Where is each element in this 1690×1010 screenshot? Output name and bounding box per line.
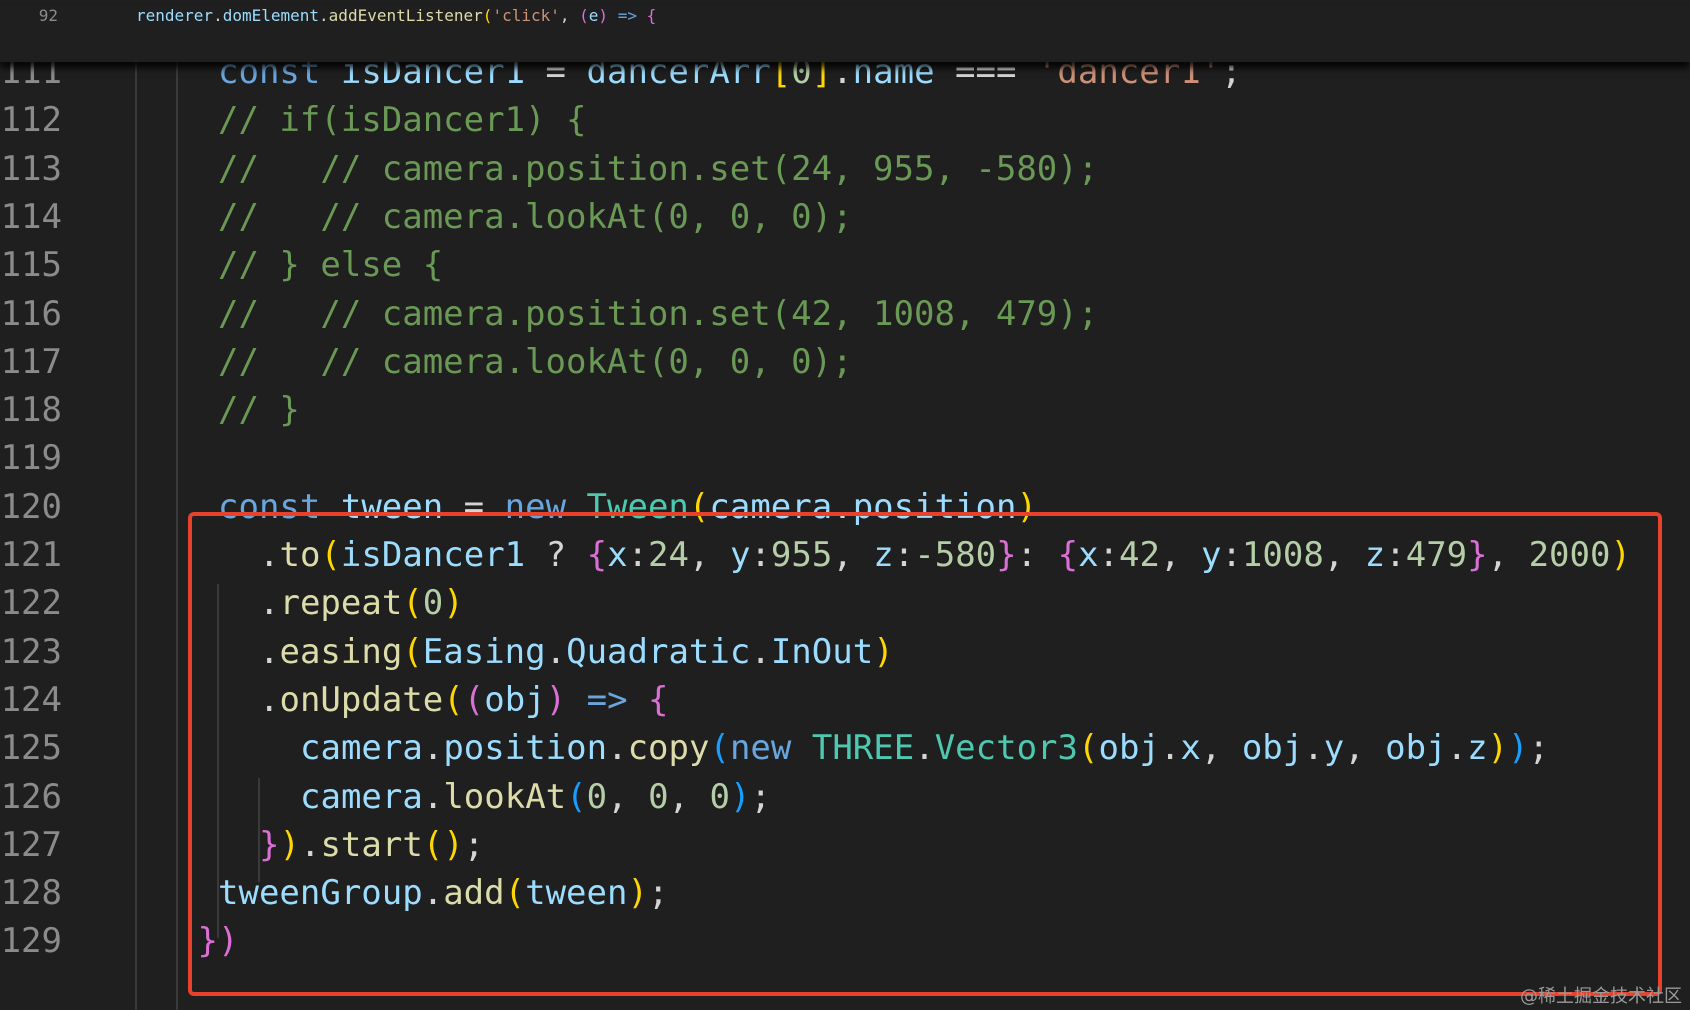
code-line[interactable]: // } xyxy=(218,384,300,436)
code-token: // // camera.lookAt(0, 0, 0); xyxy=(218,196,853,237)
line-number: 129 xyxy=(0,921,62,962)
line-number: 112 xyxy=(0,100,62,141)
line-number: 123 xyxy=(0,631,62,672)
code-line-row[interactable]: 116 // // camera.position.set(42, 1008, 4… xyxy=(0,288,1690,340)
code-line-row[interactable]: 117 // // camera.lookAt(0, 0, 0); xyxy=(0,336,1690,388)
code-line[interactable]: renderer.domElement.addEventListener('cl… xyxy=(136,6,656,25)
line-number: 119 xyxy=(0,438,62,479)
code-line[interactable]: // // camera.position.set(24, 955, -580)… xyxy=(218,143,1098,195)
line-number: 120 xyxy=(0,486,62,527)
sticky-scroll-header[interactable]: 92 renderer.domElement.addEventListener(… xyxy=(0,6,1690,62)
highlight-box xyxy=(188,512,1662,996)
code-line[interactable]: // // camera.position.set(42, 1008, 479)… xyxy=(218,288,1098,340)
line-number: 124 xyxy=(0,679,62,720)
code-line[interactable]: // } else { xyxy=(218,239,443,291)
line-number: 114 xyxy=(0,196,62,237)
line-number: 118 xyxy=(0,390,62,431)
code-token: ) xyxy=(598,6,609,25)
code-line[interactable]: // if(isDancer1) { xyxy=(218,94,586,146)
line-number: 125 xyxy=(0,728,62,769)
line-number: 122 xyxy=(0,583,62,624)
code-line-row[interactable]: 113 // // camera.position.set(24, 955, -5… xyxy=(0,143,1690,195)
line-number: 117 xyxy=(0,341,62,382)
code-token: 'click' xyxy=(492,6,560,25)
code-line-row[interactable]: 115 // } else { xyxy=(0,239,1690,291)
code-token: . xyxy=(319,6,329,25)
code-token: domElement xyxy=(222,6,320,25)
code-token: => xyxy=(617,6,637,25)
code-line-row[interactable]: 112 // if(isDancer1) { xyxy=(0,94,1690,146)
watermark: @稀土掘金技术社区 xyxy=(1520,986,1682,1007)
code-token: // // camera.lookAt(0, 0, 0); xyxy=(218,341,853,382)
line-number: 127 xyxy=(0,824,62,865)
code-line[interactable]: // // camera.lookAt(0, 0, 0); xyxy=(218,336,853,388)
code-line-row[interactable]: 114 // // camera.lookAt(0, 0, 0); xyxy=(0,191,1690,243)
code-token: e xyxy=(588,6,599,25)
code-token: // if(isDancer1) { xyxy=(218,100,587,141)
code-token: { xyxy=(646,6,657,25)
code-token: , xyxy=(559,6,580,25)
line-number: 115 xyxy=(0,245,62,286)
code-token: // // camera.position.set(42, 1008, 479)… xyxy=(218,293,1099,334)
code-line-row[interactable]: 119 xyxy=(0,432,1690,484)
line-number: 116 xyxy=(0,293,62,334)
code-line-row[interactable]: 118 // } xyxy=(0,384,1690,436)
code-token: renderer xyxy=(136,6,214,25)
code-token: // } else { xyxy=(218,245,444,286)
code-token: ( xyxy=(482,6,493,25)
line-number: 92 xyxy=(38,6,58,25)
code-token: . xyxy=(213,6,223,25)
line-number: 128 xyxy=(0,873,62,914)
line-number: 113 xyxy=(0,148,62,189)
code-editor[interactable]: 92 renderer.domElement.addEventListener(… xyxy=(0,0,1690,1010)
code-line[interactable]: // // camera.lookAt(0, 0, 0); xyxy=(218,191,853,243)
code-token: // // camera.position.set(24, 955, -580)… xyxy=(218,148,1099,189)
line-number: 121 xyxy=(0,535,62,575)
code-token: // } xyxy=(218,390,300,431)
line-number: 126 xyxy=(0,776,62,817)
code-token: ( xyxy=(579,6,589,25)
code-token: addEventListener xyxy=(328,6,483,25)
